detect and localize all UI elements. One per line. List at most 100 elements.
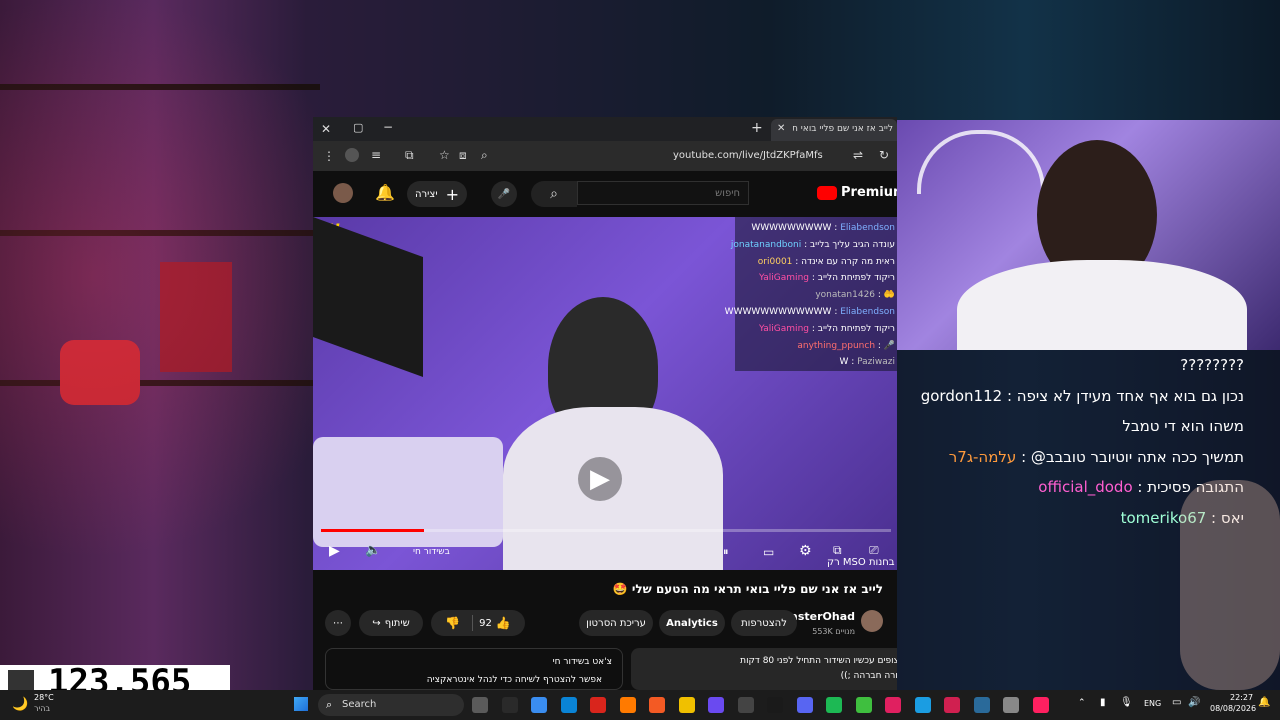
mini-chat-message: ריקוד לפתיחת הלייב : YaliGaming	[759, 273, 895, 283]
reload-icon[interactable]: ↻	[879, 148, 889, 162]
discord-icon[interactable]	[796, 697, 813, 713]
channel-subs: 553K מנויים	[812, 627, 855, 636]
account-avatar[interactable]	[333, 183, 353, 203]
xbox-icon[interactable]	[855, 697, 872, 713]
tiktok-icon[interactable]	[1032, 697, 1049, 713]
clock-time[interactable]: 22:27	[1230, 693, 1253, 702]
close-window-icon[interactable]: ✕	[321, 122, 331, 136]
mic-icon[interactable]: 🎙	[1120, 697, 1133, 708]
new-tab-icon[interactable]: +	[751, 120, 763, 136]
stream-chat-text: תמשיך ככה אתה יוטיובר טובבב@ :	[1016, 447, 1244, 466]
play-icon[interactable]: ▶	[329, 543, 340, 559]
subscribe-button[interactable]: להצטרפות	[731, 610, 797, 636]
screenshot-icon[interactable]: ⧈	[459, 148, 467, 163]
live-chat-prompt: אפשר להצטרף לשיחה כדי לנהל אינטראקציה	[426, 675, 602, 685]
edit-video-button[interactable]: עריכת הסרטון	[579, 610, 653, 636]
cast-icon[interactable]: ⎚	[869, 543, 879, 558]
tray-chevron-icon[interactable]: ⌃	[1078, 698, 1086, 708]
apps-grid-icon[interactable]	[767, 697, 783, 713]
dislike-icon[interactable]: 👎	[445, 616, 460, 630]
app-icon[interactable]	[708, 697, 724, 713]
close-tab-icon[interactable]: ✕	[777, 123, 785, 134]
mini-chat-username: Paziwazi	[857, 357, 895, 368]
description-box[interactable]: 639 צופים עכשיו השידור התחיל לפני 80 דקו…	[631, 648, 897, 690]
file-manager-icon[interactable]	[501, 697, 518, 713]
youtube-header: 🔔 יצירה + 🎤 ⌕ Premium	[313, 171, 897, 217]
chrome-icon[interactable]	[531, 697, 547, 713]
tiktok-icon[interactable]	[885, 697, 901, 713]
subtitles-icon[interactable]: ▭	[763, 545, 774, 559]
battery-icon[interactable]: ▮	[1100, 697, 1106, 708]
search-input[interactable]	[577, 181, 749, 205]
active-tab[interactable]: ✕ לייב אז אני שם פליי בואי תראי	[771, 119, 897, 141]
steam-icon[interactable]	[914, 697, 931, 713]
mini-chat-username: jonatanandboni	[730, 239, 802, 250]
network-icon[interactable]: ▭	[1172, 697, 1181, 708]
extensions-icon[interactable]: ⧉	[405, 148, 414, 163]
menu-dots-icon[interactable]: ⋮	[323, 149, 335, 163]
volume-icon[interactable]: 🔊	[1188, 697, 1200, 708]
task-view-icon[interactable]	[472, 697, 488, 713]
taskbar-search[interactable]: ⌕ Search	[318, 694, 464, 716]
bell-icon[interactable]: 🔔	[375, 183, 395, 202]
mini-chat-text: ראית מה קרה עם אינדה :	[792, 256, 895, 267]
mini-chat-message: WWWWWWWWWWWW : Eliabendson	[725, 307, 895, 317]
language-indicator[interactable]: ENG	[1144, 699, 1161, 708]
mini-chat-text: ריקוד לפתיחת הלייב :	[808, 273, 895, 284]
brave-icon[interactable]	[649, 697, 665, 713]
background-glow	[0, 0, 315, 690]
volume-icon[interactable]: 🔈	[365, 543, 381, 558]
live-label[interactable]: בשידור חי	[413, 547, 450, 557]
create-button[interactable]: יצירה +	[407, 181, 467, 207]
channel-avatar[interactable]	[861, 610, 883, 632]
clock-date[interactable]: 08/08/2026	[1210, 704, 1256, 713]
address-bar: ⋮ ≡ ⧉ ☆ ⧈ ⌕ youtube.com/live/JtdZKPfaMfs…	[313, 141, 897, 171]
favorite-star-icon[interactable]: ☆	[439, 148, 450, 162]
settings-icon[interactable]	[973, 697, 990, 713]
notification-icon[interactable]: 🔔	[1258, 697, 1270, 708]
miniplayer-icon[interactable]: ⧉	[833, 543, 842, 558]
description-line: מה קורה חברהה ;))	[840, 671, 897, 681]
opera-icon[interactable]	[590, 697, 606, 713]
app-icon[interactable]	[1003, 697, 1019, 713]
search-icon[interactable]: ⌕	[531, 181, 577, 207]
settings-gear-icon[interactable]: ⚙	[799, 543, 812, 559]
game-icon[interactable]	[944, 697, 960, 713]
mini-chat-message: ראית מה קרה עם אינדה : ori0001	[758, 257, 895, 267]
tab-bar: ✕ ▢ − + ✕ לייב אז אני שם פליי בואי תראי	[313, 117, 897, 141]
spotify-icon[interactable]	[826, 697, 842, 713]
url-text[interactable]: youtube.com/live/JtdZKPfaMfs	[673, 150, 823, 161]
like-icon[interactable]: 👍	[496, 616, 511, 630]
video-player[interactable]: W x10 ▶ WWWWWWWWW : Eliabendsonעונדה הגי…	[313, 217, 897, 570]
more-options-icon[interactable]: ⋯	[325, 610, 351, 636]
counter-icon	[8, 670, 34, 690]
youtube-logo-text[interactable]: Premium	[841, 185, 897, 200]
pause-chat-icon[interactable]: ⏸	[723, 545, 729, 559]
description-stats: 639 צופים עכשיו השידור התחיל לפני 80 דקו…	[740, 656, 897, 666]
video-details: לייב אז אני שם פליי בואי תראי מה הטעם של…	[313, 570, 897, 690]
edge-icon[interactable]	[560, 697, 577, 713]
maximize-icon[interactable]: ▢	[353, 121, 363, 134]
zoom-icon[interactable]: ⌕	[481, 148, 488, 163]
firefox-icon[interactable]	[619, 697, 636, 713]
minimize-icon[interactable]: −	[383, 120, 393, 134]
taskbar: 🌙 28°C בהיר ⌕ Search ⌃ ▮ 🎙 ENG ▭ 🔊 22:27…	[0, 690, 1280, 720]
hand	[1180, 480, 1280, 690]
weather-icon[interactable]: 🌙	[12, 697, 28, 712]
site-settings-icon[interactable]: ⇌	[853, 148, 863, 162]
analytics-button[interactable]: Analytics	[659, 610, 725, 636]
center-play-icon[interactable]: ▶	[578, 457, 622, 501]
windows-start-icon[interactable]	[294, 697, 308, 711]
webcam-feed	[897, 120, 1280, 350]
epic-games-icon[interactable]	[737, 697, 754, 713]
mini-chat-username: Eliabendson	[840, 307, 895, 317]
progress-bar[interactable]	[321, 529, 891, 532]
share-button[interactable]: ↪ שיתוף	[359, 610, 423, 636]
profile-icon[interactable]	[345, 148, 359, 162]
mini-chat-username: Eliabendson	[840, 223, 895, 233]
youtube-logo-icon[interactable]	[817, 186, 837, 200]
playlist-icon[interactable]: ≡	[371, 148, 381, 162]
voice-search-icon[interactable]: 🎤	[491, 181, 517, 207]
softbox-light	[313, 217, 423, 378]
folder-icon[interactable]	[678, 697, 695, 713]
